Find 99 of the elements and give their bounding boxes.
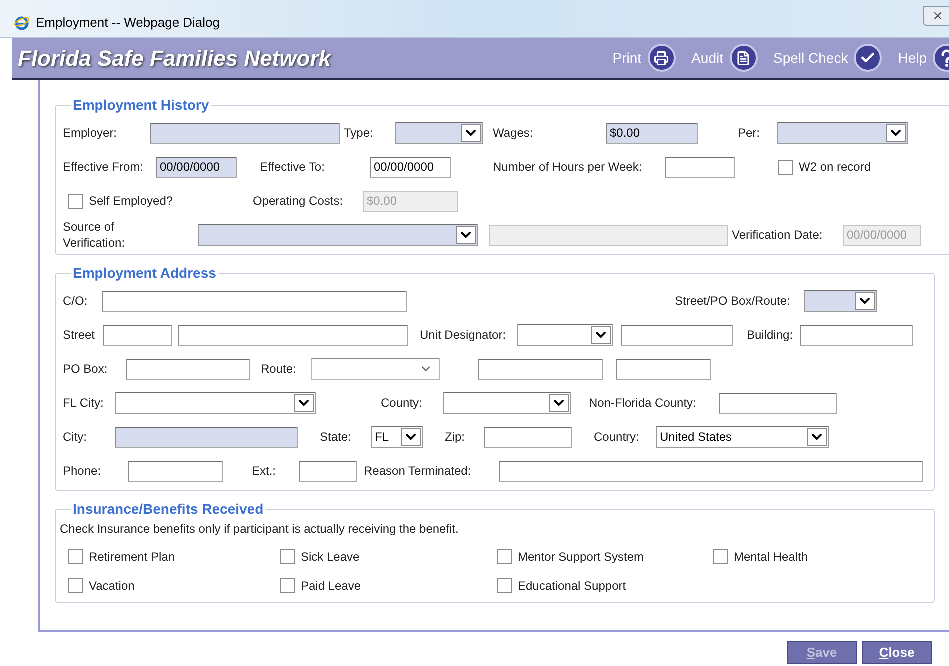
text-field[interactable]: $0.00 — [606, 122, 698, 144]
text-field[interactable] — [103, 324, 172, 346]
text-field[interactable] — [484, 426, 572, 448]
dropdown[interactable]: FL — [371, 426, 423, 448]
field-label: Non-Florida County: — [589, 395, 698, 412]
text-field[interactable] — [178, 324, 408, 346]
text-field[interactable] — [150, 122, 340, 144]
chevron-down-icon — [294, 394, 314, 412]
dropdown[interactable] — [198, 224, 478, 246]
field-label: Number of Hours per Week: — [493, 159, 644, 176]
section-title: Employment Address — [72, 264, 218, 283]
dialog-button[interactable]: Close — [862, 641, 932, 664]
field-label: Ext.: — [252, 463, 278, 480]
dropdown[interactable] — [115, 392, 316, 414]
text-field[interactable] — [115, 426, 298, 448]
field-label: Operating Costs: — [253, 193, 344, 210]
checkbox-label: Self Employed? — [89, 193, 174, 210]
field-label: Effective To: — [260, 159, 326, 176]
checkbox-label: Sick Leave — [301, 548, 360, 566]
dropdown[interactable] — [517, 324, 613, 346]
section-note: Check Insurance benefits only if participant is actually receiving the benefit. — [60, 521, 460, 538]
chevron-down-icon — [886, 124, 906, 142]
field-label: Wages: — [493, 125, 534, 142]
text-field[interactable] — [102, 290, 407, 312]
checkbox-label: Educational Support — [518, 578, 626, 594]
text-field[interactable]: 00/00/0000 — [156, 156, 237, 178]
toolbar-button[interactable]: Print — [612, 44, 676, 72]
toolbar-button[interactable]: Help — [898, 44, 949, 72]
section-title: Insurance/Benefits Received — [72, 500, 265, 519]
printer-icon — [648, 44, 676, 72]
checkbox-label: Retirement Plan — [89, 548, 176, 566]
chevron-down-icon — [855, 292, 875, 310]
field-label: Employer: — [63, 125, 118, 142]
window-title: Employment -- Webpage Dialog — [36, 14, 220, 32]
checkbox[interactable] — [68, 578, 83, 593]
chevron-down-icon — [461, 124, 481, 142]
dropdown[interactable]: United States — [656, 426, 829, 448]
checkbox-label: Mental Health — [734, 548, 808, 566]
chevron-down-icon — [456, 226, 476, 244]
chevron-down-icon — [549, 394, 569, 412]
field-label: Verification Date: — [732, 227, 824, 244]
chevron-down-icon — [591, 326, 611, 344]
checkbox-label: Paid Leave — [301, 578, 362, 594]
text-field[interactable] — [621, 324, 733, 346]
field-label: FL City: — [63, 395, 105, 412]
dropdown[interactable] — [443, 392, 571, 414]
checkbox-label: Mentor Support System — [518, 548, 644, 566]
check-icon — [854, 44, 882, 72]
text-field[interactable] — [499, 460, 923, 482]
dropdown[interactable] — [804, 290, 877, 312]
close-icon[interactable] — [923, 6, 949, 26]
checkbox-label: W2 on record — [799, 159, 872, 176]
text-field[interactable] — [665, 156, 735, 178]
document-icon — [730, 44, 758, 72]
field-label: Zip: — [445, 429, 466, 446]
field-label: Type: — [344, 125, 374, 142]
toolbar-button[interactable]: Spell Check — [774, 44, 882, 72]
field-label: Effective From: — [63, 159, 144, 176]
checkbox[interactable] — [280, 549, 295, 564]
field-label: Reason Terminated: — [364, 463, 472, 480]
text-field[interactable] — [128, 460, 223, 482]
field-label: Phone: — [63, 463, 102, 480]
text-field[interactable] — [719, 392, 837, 414]
text-field[interactable] — [299, 460, 357, 482]
dropdown[interactable] — [395, 122, 483, 144]
field-label: Country: — [594, 429, 640, 446]
dropdown[interactable] — [777, 122, 908, 144]
field-label: Street/PO Box/Route: — [675, 293, 792, 310]
checkbox[interactable] — [68, 194, 83, 208]
text-field[interactable] — [800, 324, 913, 346]
field-label: County: — [381, 395, 424, 412]
field-label: Source of Verification: — [63, 219, 126, 251]
app-title: Florida Safe Families Network — [18, 44, 331, 72]
field-label: Per: — [738, 125, 762, 142]
checkbox[interactable] — [497, 578, 512, 593]
toolbar-button[interactable]: Audit — [692, 44, 758, 72]
checkbox[interactable] — [68, 549, 83, 564]
field-label: Building: — [747, 327, 794, 344]
checkbox[interactable] — [778, 160, 793, 174]
field-label: Street — [63, 327, 96, 344]
checkbox[interactable] — [713, 549, 728, 564]
checkbox-label: Vacation — [89, 578, 135, 594]
text-field[interactable] — [478, 358, 603, 380]
section-title: Employment History — [72, 96, 210, 115]
dropdown[interactable] — [311, 358, 440, 380]
text-field[interactable]: 00/00/0000 — [370, 156, 451, 178]
field-label: State: — [320, 429, 352, 446]
text-field[interactable] — [126, 358, 250, 380]
browser-icon — [14, 14, 30, 30]
chevron-down-icon — [807, 428, 827, 446]
field-label: Unit Designator: — [420, 327, 508, 344]
field-label: Route: — [261, 361, 298, 378]
field-label: City: — [63, 429, 88, 446]
field-label: C/O: — [63, 293, 89, 310]
checkbox[interactable] — [497, 549, 512, 564]
text-field[interactable] — [616, 358, 711, 380]
chevron-down-icon — [401, 428, 421, 446]
checkbox[interactable] — [280, 578, 295, 593]
field-label: PO Box: — [63, 361, 109, 378]
